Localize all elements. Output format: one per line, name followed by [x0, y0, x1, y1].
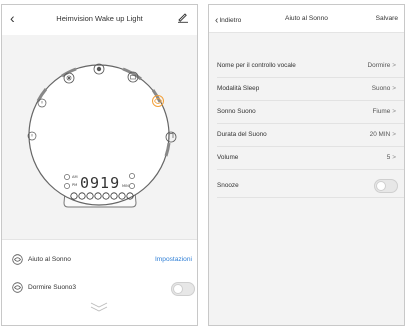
am-label: AM: [72, 175, 78, 179]
setting-value: Dormire >: [367, 62, 396, 69]
setting-label: Durata del Suono: [217, 131, 267, 138]
chevron-right-icon: >: [392, 154, 396, 161]
pm-label: PM: [72, 183, 77, 187]
setting-value: Suono >: [371, 85, 396, 92]
setting-row-duration[interactable]: Durata del Suono 20 MIN >: [209, 124, 404, 146]
sleep-aid-label: Aiuto al Sonno: [28, 256, 71, 263]
setting-row-snooze: Snooze: [209, 175, 404, 197]
settings-list: Nome per il controllo vocale Dormire > Mo…: [209, 33, 404, 325]
snooze-label: Snooze: [217, 182, 239, 189]
save-button[interactable]: Salvare: [376, 15, 398, 22]
setting-value: Fiume >: [372, 108, 397, 115]
sleep-aid-icon: [12, 254, 23, 265]
sleep-aid-settings-screen: ‹Indietro Aiuto al Sonno Salvare Nome pe…: [208, 4, 405, 326]
setting-label: Modalità Sleep: [217, 85, 260, 92]
setting-value: 5 >: [386, 154, 396, 161]
dormire-row: Dormire Suono3: [12, 282, 192, 296]
chevron-down-icon[interactable]: [88, 300, 110, 312]
page-title: Heimvision Wake up Light: [56, 14, 143, 23]
chevron-right-icon: >: [392, 108, 396, 115]
chevron-right-icon: >: [392, 62, 396, 69]
time-display: 0919: [80, 174, 120, 192]
chevron-right-icon: >: [392, 85, 396, 92]
device-preview: AM PM 0919 MIN: [2, 35, 197, 239]
setting-row-sleep-mode[interactable]: Modalità Sleep Suono >: [209, 78, 404, 100]
setting-label: Sonno Suono: [217, 108, 256, 115]
snooze-toggle[interactable]: [374, 179, 398, 193]
sleep-sound-icon: [12, 282, 23, 293]
setting-row-volume[interactable]: Volume 5 >: [209, 147, 404, 169]
min-label: MIN: [122, 184, 129, 188]
pencil-icon[interactable]: [177, 11, 189, 23]
setting-value: 20 MIN >: [369, 131, 396, 138]
setting-label: Volume: [217, 154, 239, 161]
setting-row-voice-name[interactable]: Nome per il controllo vocale Dormire >: [209, 55, 404, 77]
top-bar: ‹Indietro Aiuto al Sonno Salvare: [209, 5, 404, 33]
toggle-knob: [173, 284, 183, 294]
setting-row-sleep-sound[interactable]: Sonno Suono Fiume >: [209, 101, 404, 123]
impostazioni-link[interactable]: Impostazioni: [155, 256, 192, 263]
dormire-label: Dormire Suono3: [28, 284, 77, 291]
sleep-aid-row: Aiuto al Sonno Impostazioni: [12, 254, 192, 268]
wakeup-light-screen: ‹ Heimvision Wake up Light AM PM 0919 MI…: [1, 4, 198, 326]
dormire-toggle[interactable]: [171, 282, 195, 296]
top-bar: ‹ Heimvision Wake up Light: [2, 5, 197, 33]
setting-label: Nome per il controllo vocale: [217, 62, 296, 69]
divider: [2, 239, 197, 240]
chevron-right-icon: >: [392, 131, 396, 138]
toggle-knob: [376, 181, 386, 191]
